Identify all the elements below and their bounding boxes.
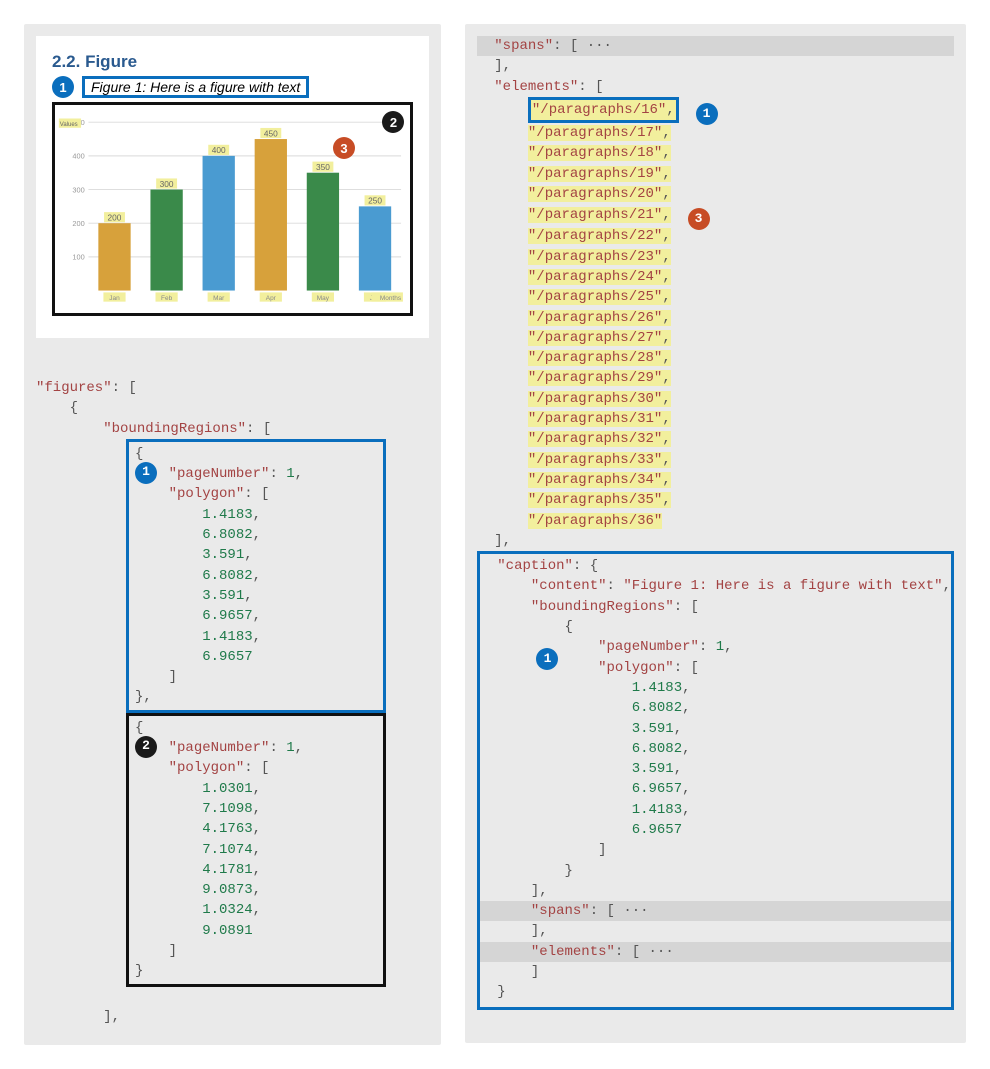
svg-text:200: 200 [72, 219, 84, 228]
chart-region: 2 3 100200300400500Values200Jan300Feb400… [52, 102, 413, 316]
svg-text:Apr: Apr [266, 295, 277, 302]
left-json-code: "figures": [ { "boundingRegions": [ 1{ "… [36, 378, 429, 1027]
right-json-code: "spans": [ ··· ], "elements": [ "/paragr… [477, 36, 954, 1010]
svg-text:300: 300 [160, 179, 174, 189]
svg-text:400: 400 [72, 152, 84, 161]
svg-text:Jan: Jan [109, 295, 120, 302]
left-panel: 2.2. Figure 1 Figure 1: Here is a figure… [24, 24, 441, 1045]
figure-preview-card: 2.2. Figure 1 Figure 1: Here is a figure… [36, 36, 429, 338]
svg-text:450: 450 [264, 128, 278, 138]
svg-text:400: 400 [212, 145, 226, 155]
svg-text:300: 300 [72, 185, 84, 194]
svg-text:100: 100 [72, 253, 84, 262]
svg-text:Mar: Mar [213, 295, 225, 302]
svg-text:350: 350 [316, 162, 330, 172]
callout-badge-1: 1 [52, 76, 74, 98]
svg-text:Months: Months [380, 295, 401, 302]
figure-caption-box: Figure 1: Here is a figure with text [82, 76, 309, 98]
svg-text:Values: Values [60, 122, 78, 128]
svg-text:Feb: Feb [161, 295, 173, 302]
svg-text:May: May [317, 295, 330, 302]
svg-text:250: 250 [368, 196, 382, 206]
callout-badge-3: 3 [333, 137, 355, 159]
right-panel: "spans": [ ··· ], "elements": [ "/paragr… [465, 24, 966, 1043]
svg-text:200: 200 [108, 212, 122, 222]
section-heading: 2.2. Figure [52, 52, 413, 72]
bar-chart: 100200300400500Values200Jan300Feb400Mar4… [57, 109, 408, 313]
